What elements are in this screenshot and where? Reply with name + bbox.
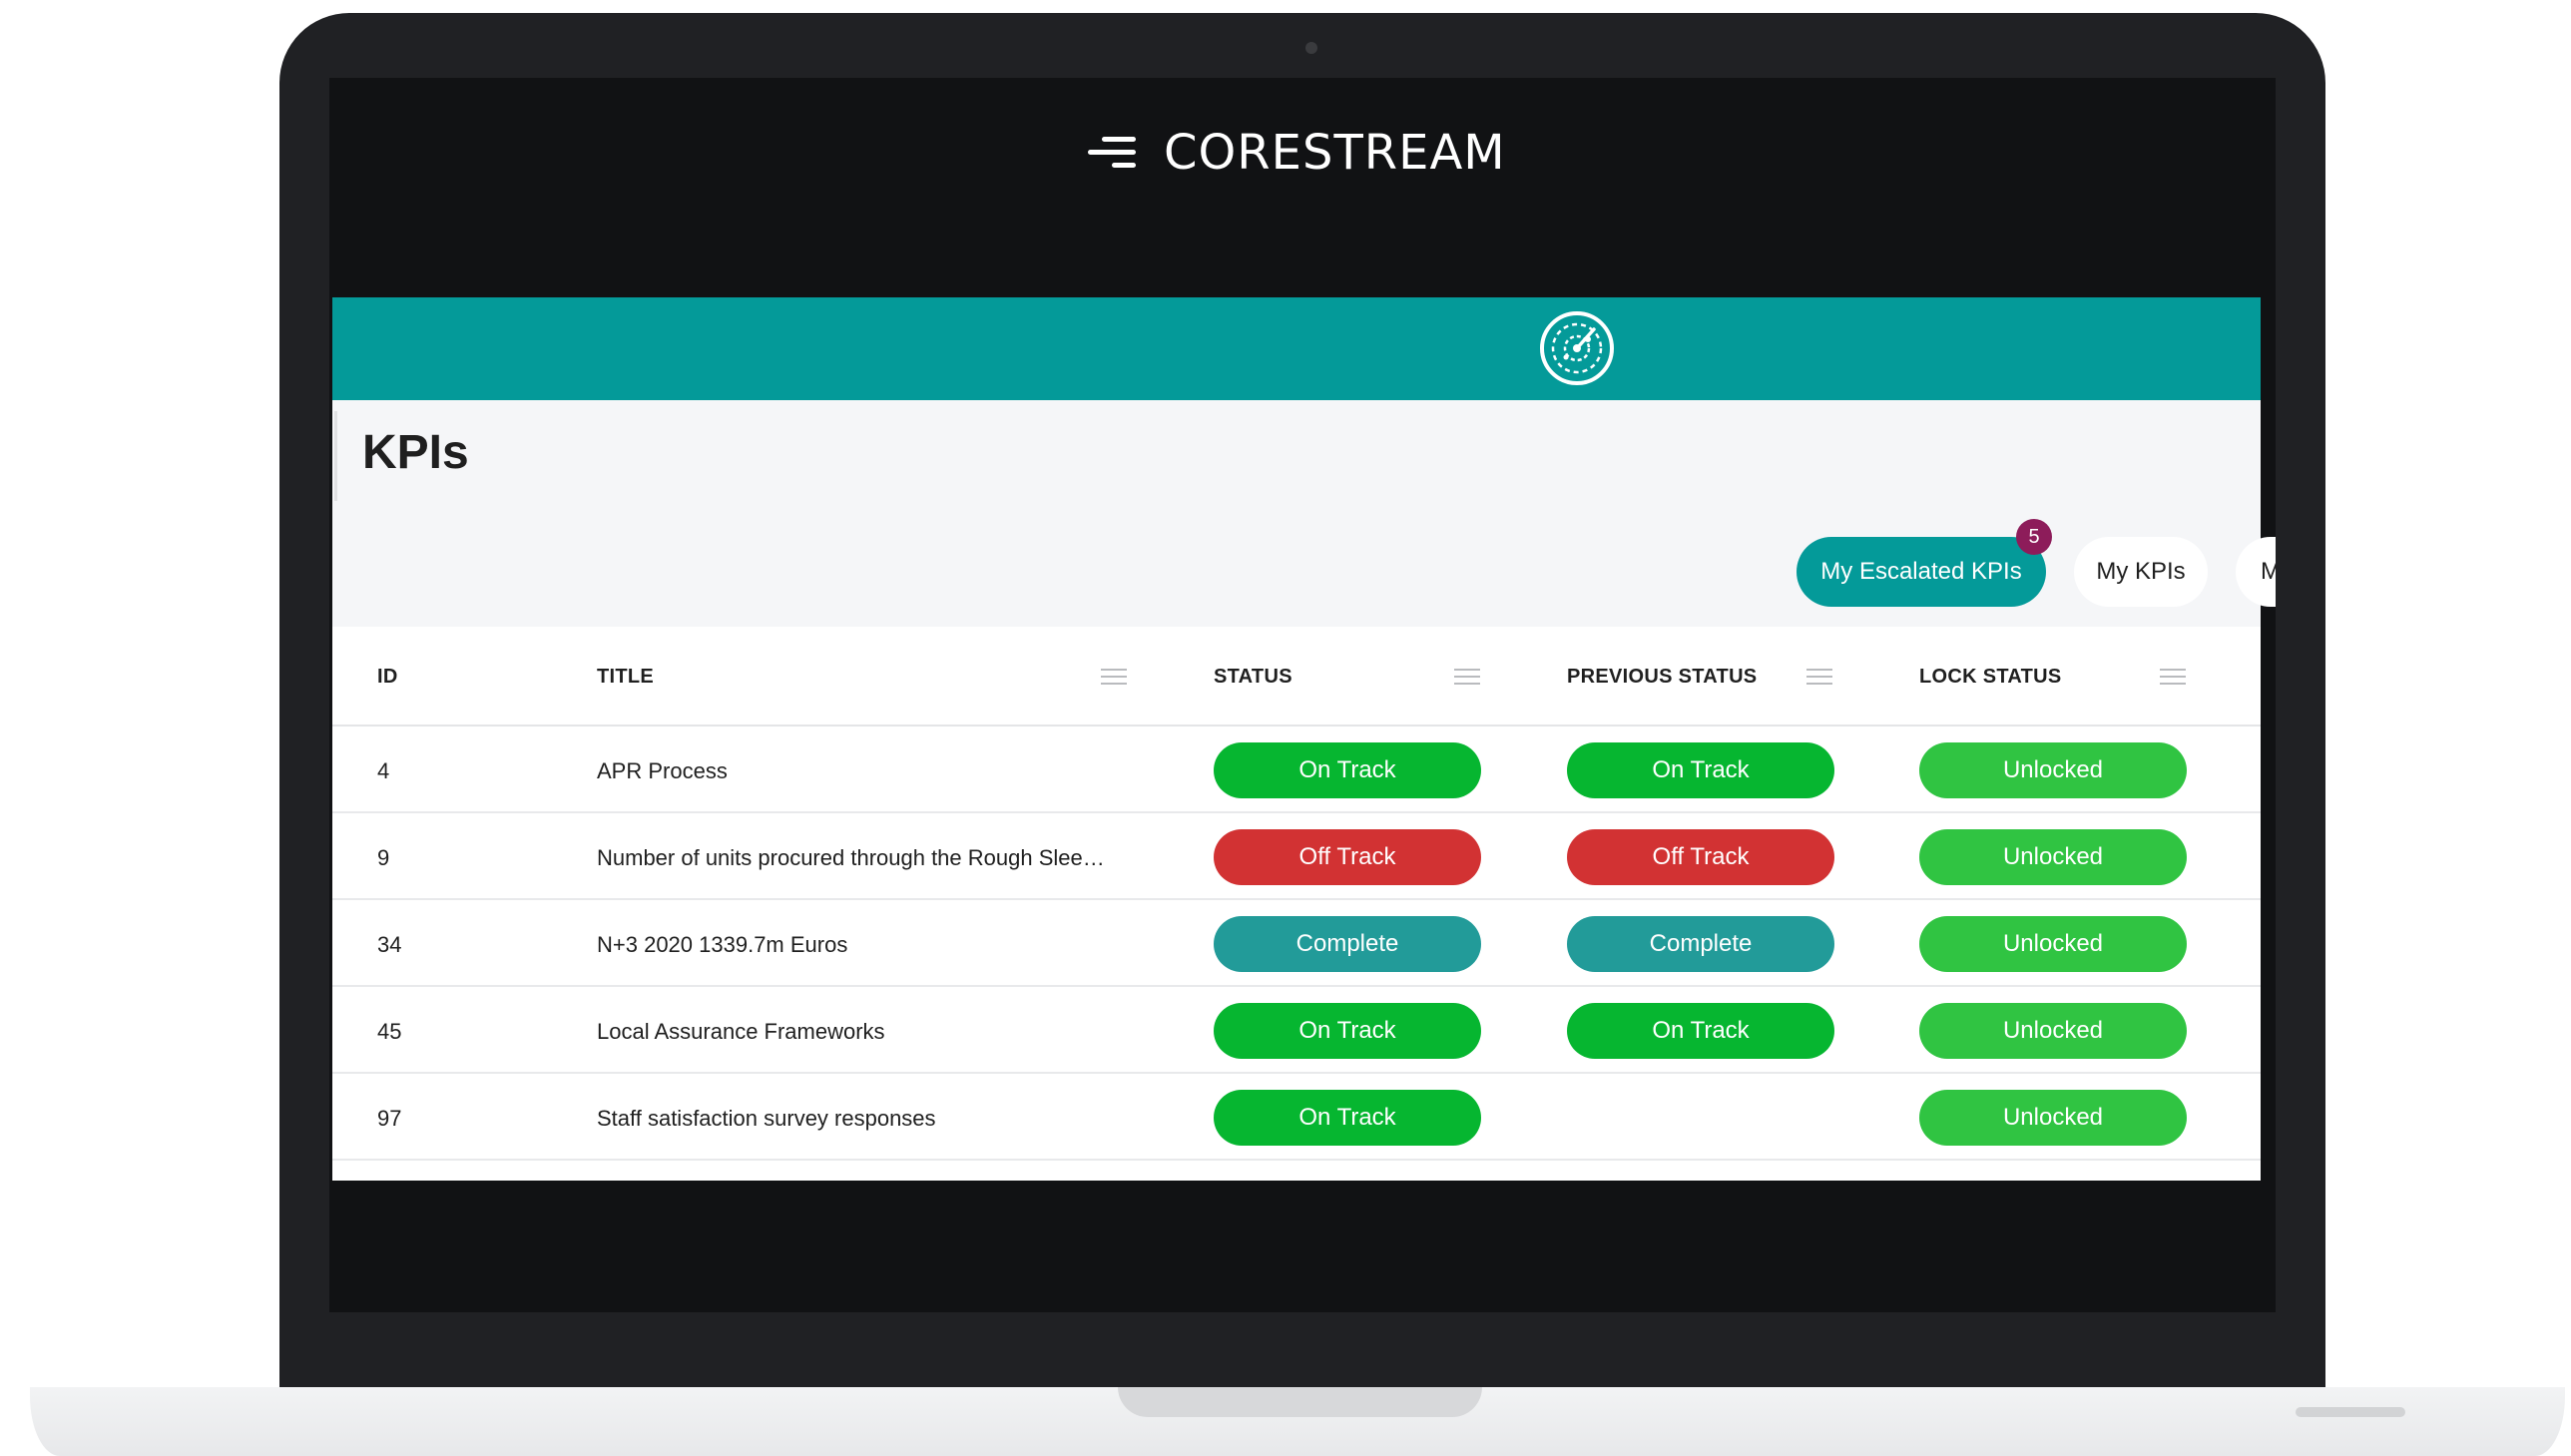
previous-status-badge: Complete xyxy=(1567,916,1834,972)
kpi-title[interactable]: Staff satisfaction survey responses xyxy=(597,1076,936,1161)
column-header-previous-status[interactable]: PREVIOUS STATUS xyxy=(1567,627,1757,727)
table-header: ID TITLE STATUS PREVIOUS STATUS LOCK STA… xyxy=(332,627,2261,727)
tab-my-kpis[interactable]: My KPIs xyxy=(2074,537,2208,607)
kpi-app: KPIs My Escalated KPIs 5 My KPIs My Arch… xyxy=(332,297,2276,1181)
page-title: KPIs xyxy=(362,426,469,479)
previous-status-badge: Off Track xyxy=(1567,829,1834,885)
lock-status-badge[interactable]: Unlocked xyxy=(1919,742,2187,798)
laptop-screen: CORESTREAM KPIs My Escalated KPIs 5 My K… xyxy=(329,78,2276,1312)
table-row[interactable]: 4 APR Process On Track On Track Unlocked xyxy=(332,728,2261,813)
column-header-id[interactable]: ID xyxy=(377,627,398,727)
column-menu-icon[interactable] xyxy=(1806,667,1832,687)
tab-label: My KPIs xyxy=(2096,558,2186,585)
webcam xyxy=(1305,42,1317,54)
column-menu-icon[interactable] xyxy=(2160,667,2186,687)
tab-my-escalated-kpis[interactable]: My Escalated KPIs 5 xyxy=(1797,519,2052,607)
previous-status-badge: On Track xyxy=(1567,1003,1834,1059)
laptop-base-slot xyxy=(2296,1407,2405,1417)
table-row[interactable]: 45 Local Assurance Frameworks On Track O… xyxy=(332,989,2261,1074)
kpi-id: 97 xyxy=(377,1105,402,1131)
laptop-hinge-notch xyxy=(1118,1387,1482,1417)
status-badge: Complete xyxy=(1214,916,1481,972)
tab-my-archived-kpis[interactable]: My Archived KPIs xyxy=(2236,537,2276,607)
tab-label: My Escalated KPIs xyxy=(1820,558,2022,585)
kpi-id: 9 xyxy=(377,844,390,870)
kpi-table: ID TITLE STATUS PREVIOUS STATUS LOCK STA… xyxy=(332,627,2261,1181)
status-badge: Off Track xyxy=(1214,829,1481,885)
status-badge: On Track xyxy=(1214,1090,1481,1146)
kpi-title[interactable]: N+3 2020 1339.7m Euros xyxy=(597,902,847,987)
previous-status-badge: On Track xyxy=(1567,742,1834,798)
tab-label: My Archived KPIs xyxy=(2260,558,2276,585)
column-header-status[interactable]: STATUS xyxy=(1214,627,1292,727)
lock-status-badge[interactable]: Unlocked xyxy=(1919,1090,2187,1146)
table-row[interactable]: 9 Number of units procured through the R… xyxy=(332,815,2261,900)
kpi-title[interactable]: Number of units procured through the Rou… xyxy=(597,815,1105,900)
kpi-id: 34 xyxy=(377,931,402,957)
app-header xyxy=(332,297,2261,400)
column-menu-icon[interactable] xyxy=(1454,667,1480,687)
lock-status-badge[interactable]: Unlocked xyxy=(1919,916,2187,972)
kpi-title[interactable]: APR Process xyxy=(597,728,728,813)
kpi-title[interactable]: Local Assurance Frameworks xyxy=(597,989,885,1074)
lock-status-badge[interactable]: Unlocked xyxy=(1919,1003,2187,1059)
column-header-lock-status[interactable]: LOCK STATUS xyxy=(1919,627,2062,727)
brand-name: CORESTREAM xyxy=(1164,125,1506,181)
status-badge: On Track xyxy=(1214,742,1481,798)
title-divider xyxy=(334,411,337,501)
corestream-logo-mark-icon xyxy=(1088,135,1136,171)
status-badge: On Track xyxy=(1214,1003,1481,1059)
escalated-count-badge: 5 xyxy=(2016,519,2052,555)
kpi-id: 4 xyxy=(377,757,390,783)
column-menu-icon[interactable] xyxy=(1101,667,1127,687)
kpi-id: 45 xyxy=(377,1018,402,1044)
radar-icon[interactable] xyxy=(1538,309,1616,387)
table-row[interactable]: 97 Staff satisfaction survey responses O… xyxy=(332,1076,2261,1161)
column-header-title[interactable]: TITLE xyxy=(597,627,654,727)
lock-status-badge[interactable]: Unlocked xyxy=(1919,829,2187,885)
table-row[interactable]: 34 N+3 2020 1339.7m Euros Complete Compl… xyxy=(332,902,2261,987)
brand-logo: CORESTREAM xyxy=(1088,118,1506,188)
